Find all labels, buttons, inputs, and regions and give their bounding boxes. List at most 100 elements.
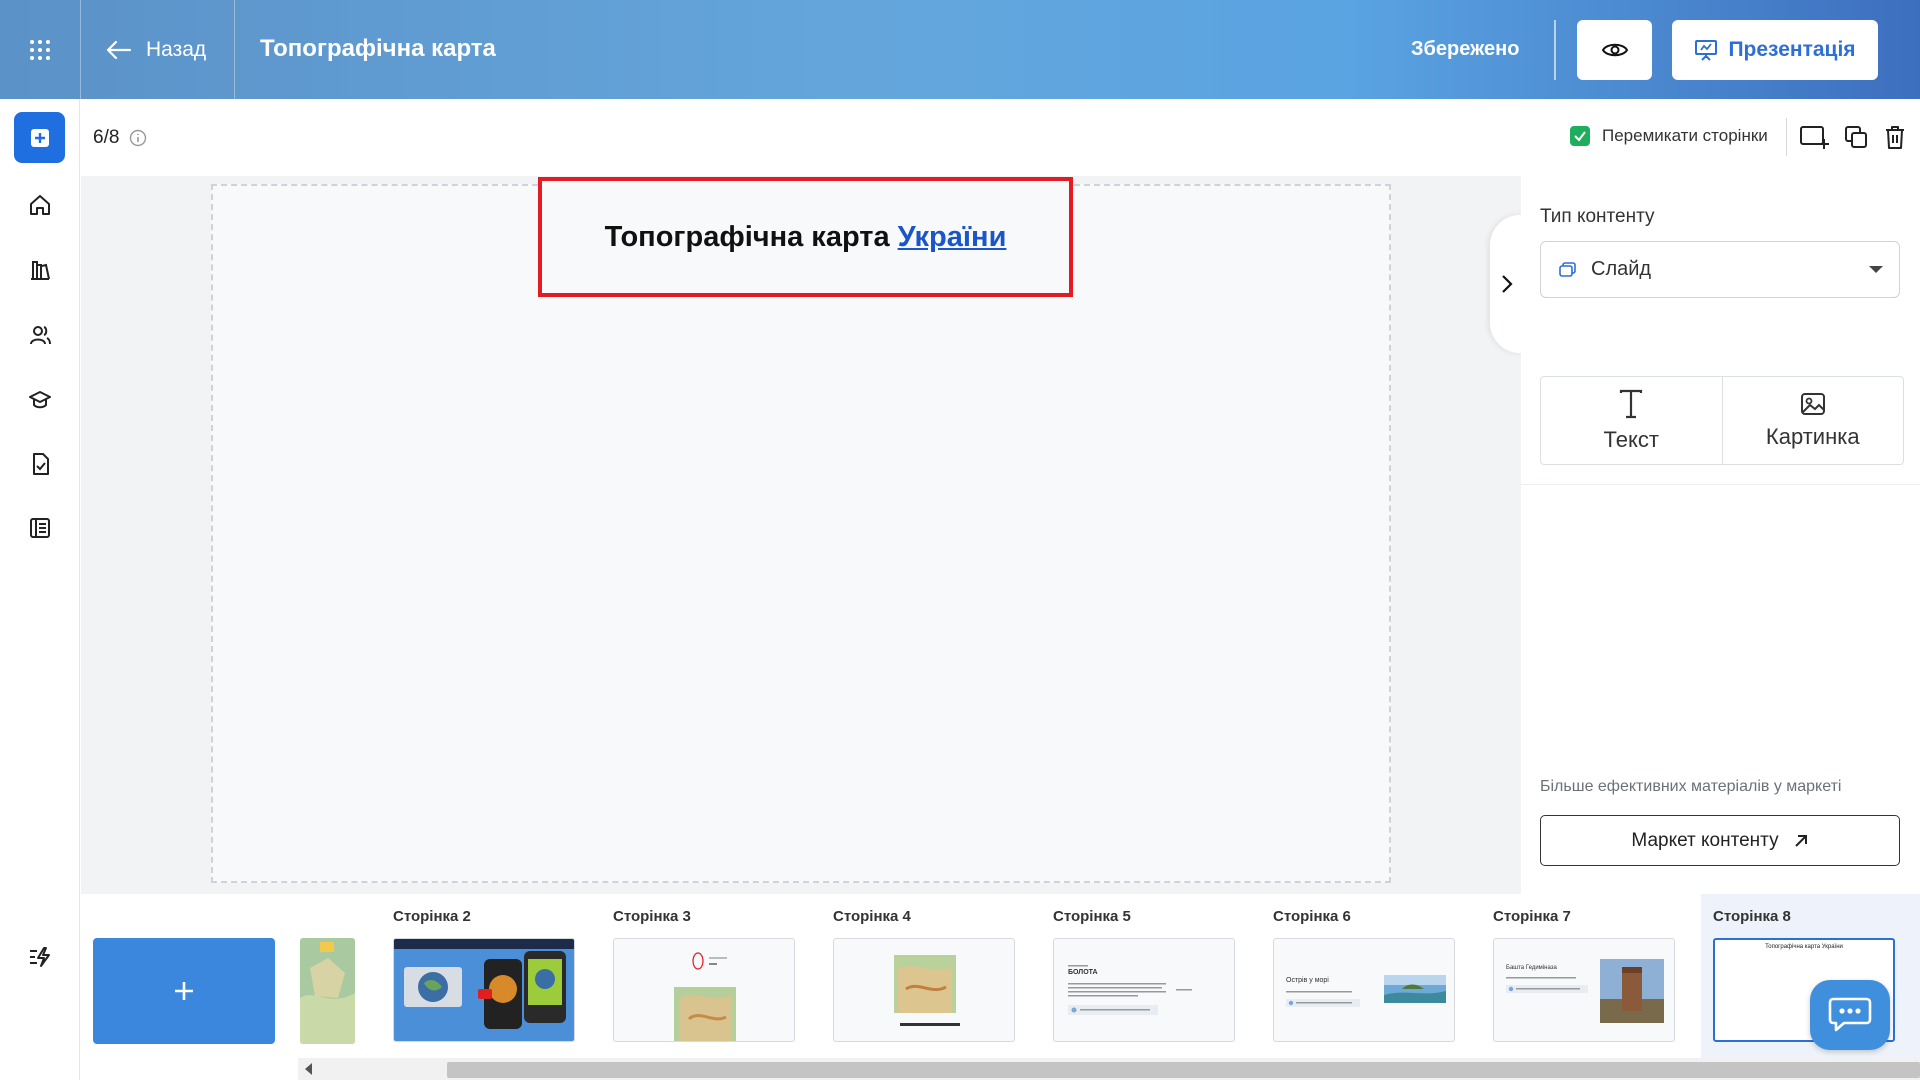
panel-collapse-tab[interactable] xyxy=(1490,215,1524,353)
content-type-label: Тип контенту xyxy=(1540,206,1655,227)
scroll-left-arrow[interactable] xyxy=(305,1063,312,1075)
left-sidebar xyxy=(0,99,80,1080)
page-thumbnail[interactable] xyxy=(833,938,1015,1042)
back-label: Назад xyxy=(146,38,207,61)
sidebar-item-courses[interactable] xyxy=(25,385,55,415)
presentation-icon xyxy=(1695,40,1718,61)
eye-icon xyxy=(1601,43,1628,57)
image-icon xyxy=(1800,392,1825,415)
page-thumbnail[interactable]: Острів у морі xyxy=(1273,938,1455,1042)
page-thumbnail[interactable]: Башта Гедиміназа xyxy=(1493,938,1675,1042)
apps-grid-icon xyxy=(30,39,50,60)
page-item[interactable]: Сторінка 4 xyxy=(833,894,1033,1060)
page-label: Сторінка 3 xyxy=(613,908,691,925)
slide-icon xyxy=(1559,261,1576,277)
top-header: Назад Топографічна карта Збережено Презе… xyxy=(0,0,1920,99)
users-icon xyxy=(30,326,51,345)
back-button[interactable]: Назад xyxy=(106,34,206,66)
delete-page-button[interactable] xyxy=(1880,122,1910,152)
sidebar-item-users[interactable] xyxy=(25,320,55,350)
slide-title-text: Топографічна карта xyxy=(604,220,890,253)
content-type-image[interactable]: Картинка xyxy=(1721,377,1904,464)
market-note: Більше ефективних матеріалів у маркеті xyxy=(1540,778,1842,795)
tower-thumbnail xyxy=(1506,959,1664,1023)
thumb-heading: Башта Гедиміназа xyxy=(1506,965,1557,971)
add-page-button[interactable] xyxy=(1800,122,1830,152)
thumb-heading: Острів у морі xyxy=(1286,977,1329,984)
info-icon[interactable] xyxy=(129,129,147,147)
content-type-image-label: Картинка xyxy=(1765,423,1860,449)
presentation-label: Презентація xyxy=(1728,38,1856,61)
plus-icon xyxy=(175,982,193,1000)
panel-divider xyxy=(1521,484,1920,485)
pages-scrollbar-thumb[interactable] xyxy=(447,1062,1920,1078)
text-page-thumbnail xyxy=(1068,965,1192,1015)
page-label: Сторінка 2 xyxy=(393,908,471,925)
content-type-text-label: Текст xyxy=(1603,426,1659,452)
toolbar-separator xyxy=(1786,118,1787,156)
page-counter: 6/8 xyxy=(93,127,147,149)
page-item[interactable]: Сторінка 3 xyxy=(613,894,813,1060)
map-thumbnail xyxy=(674,952,736,1041)
document-title[interactable]: Топографічна карта xyxy=(260,35,496,63)
thumb-heading: Топографічна карта України xyxy=(1765,944,1843,950)
chat-support-button[interactable] xyxy=(1810,980,1890,1050)
map-thumbnail xyxy=(894,955,960,1026)
journal-icon xyxy=(30,518,50,538)
graduation-cap-icon xyxy=(29,391,51,409)
page-thumbnail[interactable] xyxy=(613,938,795,1042)
sidebar-item-journal[interactable] xyxy=(25,513,55,543)
content-type-value: Слайд xyxy=(1591,258,1652,280)
map-thumbnail xyxy=(300,938,355,1044)
switch-pages-label: Перемикати сторінки xyxy=(1602,126,1768,145)
sidebar-item-library[interactable] xyxy=(25,255,55,285)
add-page-icon xyxy=(1800,126,1829,149)
thumb-heading: БОЛОТА xyxy=(1068,969,1098,976)
page-thumbnail[interactable]: БОЛОТА xyxy=(1053,938,1235,1042)
chat-bubble-icon xyxy=(1828,997,1872,1032)
presentation-button[interactable]: Презентація xyxy=(1672,20,1878,80)
apps-grid-button[interactable] xyxy=(0,0,80,99)
page-label: Сторінка 7 xyxy=(1493,908,1571,925)
slide-title-link[interactable]: України xyxy=(898,221,1007,254)
header-divider xyxy=(80,0,81,99)
page-label: Сторінка 4 xyxy=(833,908,911,925)
content-type-select[interactable]: Слайд xyxy=(1540,241,1900,298)
home-icon xyxy=(30,195,50,215)
content-type-options: Текст Картинка xyxy=(1540,376,1904,465)
content-type-text[interactable]: Текст xyxy=(1541,377,1722,464)
sidebar-item-home[interactable] xyxy=(25,190,55,220)
island-thumbnail xyxy=(1286,975,1446,1007)
duplicate-page-button[interactable] xyxy=(1841,122,1871,152)
page-thumbnail-partial[interactable] xyxy=(300,938,355,1044)
market-button-label: Маркет контенту xyxy=(1631,829,1779,851)
video-thumbnail xyxy=(394,939,574,1041)
checkmark-icon xyxy=(1574,131,1586,142)
page-item[interactable]: Сторінка 2 xyxy=(393,894,593,1060)
header-separator xyxy=(1554,20,1556,80)
arrow-up-right-icon xyxy=(1794,834,1807,847)
page-label: Сторінка 6 xyxy=(1273,908,1351,925)
sidebar-add-button[interactable] xyxy=(14,112,65,163)
add-page-tile[interactable] xyxy=(93,938,275,1044)
copy-icon xyxy=(1845,126,1867,148)
caret-down-icon xyxy=(1869,266,1883,273)
checkbox[interactable] xyxy=(1570,126,1590,146)
library-icon xyxy=(31,261,50,280)
page-item[interactable]: Сторінка 5 БОЛОТА xyxy=(1053,894,1253,1060)
sidebar-item-shortcuts[interactable] xyxy=(25,942,55,972)
page-thumbnail[interactable] xyxy=(393,938,575,1042)
slide-title-block[interactable]: Топографічна карта України xyxy=(538,177,1073,297)
lightning-icon xyxy=(30,947,50,967)
page-item[interactable]: Сторінка 7 Башта Гедиміназа xyxy=(1493,894,1693,1060)
chevron-right-icon xyxy=(1502,275,1513,293)
trash-icon xyxy=(1886,126,1904,149)
saved-status: Збережено xyxy=(1411,38,1520,60)
preview-button[interactable] xyxy=(1577,20,1652,80)
sidebar-item-tasks[interactable] xyxy=(25,449,55,479)
switch-pages-toggle[interactable]: Перемикати сторінки xyxy=(1570,126,1768,146)
market-button[interactable]: Маркет контенту xyxy=(1540,815,1900,866)
page-counter-text: 6/8 xyxy=(93,127,120,148)
page-item[interactable]: Сторінка 6 Острів у морі xyxy=(1273,894,1473,1060)
arrow-left-icon xyxy=(106,40,132,60)
